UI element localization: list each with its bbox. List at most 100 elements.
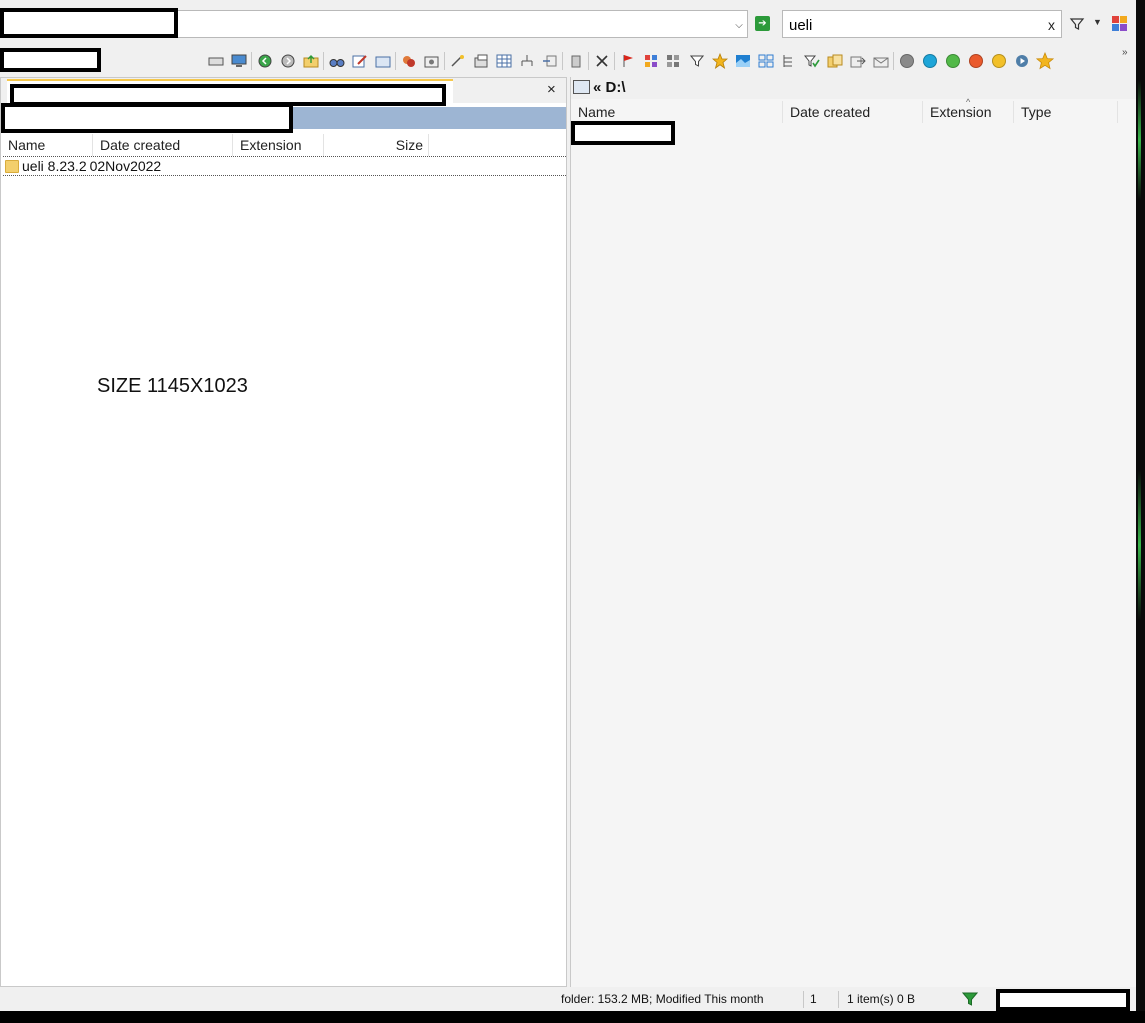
back-icon[interactable] — [253, 50, 276, 72]
desktop-background — [1136, 0, 1145, 1023]
column-header-type[interactable]: Type — [1014, 101, 1118, 123]
filter-check-icon[interactable] — [800, 50, 823, 72]
redacted-region — [0, 8, 178, 38]
color-dot — [945, 54, 960, 68]
color-dot — [899, 54, 914, 68]
filter-icon[interactable] — [685, 50, 708, 72]
column-header-date-created[interactable]: Date created — [93, 134, 233, 156]
folder-icon — [5, 159, 19, 173]
status-count: 1 — [810, 992, 817, 1006]
toolbar-overflow-icon[interactable]: » — [1122, 47, 1128, 58]
toolbar-separator — [395, 52, 396, 70]
path-text: D:\ — [605, 79, 626, 96]
filter-dropdown-icon[interactable]: ▼ — [1093, 17, 1102, 27]
properties-icon[interactable] — [420, 50, 443, 72]
table-row[interactable]: ueli 8.23.2 02Nov2022 — [3, 156, 566, 176]
column-header-size[interactable]: Size — [324, 134, 429, 156]
envelope-icon[interactable] — [869, 50, 892, 72]
column-header-row: Name Date created Extension Type — [571, 101, 1118, 123]
tab-current[interactable] — [7, 79, 453, 106]
view-icon[interactable] — [731, 50, 754, 72]
right-pane: « D:\ Name Date created Extension Type ^ — [570, 77, 1137, 987]
breadcrumb[interactable] — [1, 103, 566, 133]
left-pane: × Name Date created Extension Size ueli … — [0, 77, 567, 987]
yellow-label-dot[interactable] — [987, 50, 1010, 72]
star-icon[interactable] — [708, 50, 731, 72]
redacted-region — [0, 48, 101, 72]
tags-icon[interactable] — [397, 50, 420, 72]
toolbar-separator — [588, 52, 589, 70]
row-date-created: 02Nov2022 — [89, 158, 162, 174]
status-folder-info: folder: 153.2 MB; Modified This month — [561, 992, 764, 1006]
red-label-dot[interactable] — [964, 50, 987, 72]
grid-view-icon[interactable] — [492, 50, 515, 72]
options-icon[interactable] — [469, 50, 492, 72]
edit-icon[interactable] — [348, 50, 371, 72]
play-icon[interactable] — [1010, 50, 1033, 72]
filter-icon[interactable] — [1069, 16, 1085, 32]
layout-icon[interactable] — [754, 50, 777, 72]
redacted-region — [1, 103, 293, 133]
drive-icon[interactable] — [204, 50, 227, 72]
filter-icon[interactable] — [962, 991, 978, 1007]
color-dot — [968, 54, 983, 68]
size-annotation: SIZE 1145X1023 — [97, 375, 248, 397]
toolbar-separator — [562, 52, 563, 70]
toolbar — [204, 50, 1056, 72]
left-tab-bar: × — [1, 78, 566, 106]
network-drive-icon — [573, 80, 590, 94]
hierarchy-icon[interactable] — [777, 50, 800, 72]
recycle-icon[interactable] — [564, 50, 587, 72]
favorite-star-icon[interactable] — [1033, 50, 1056, 72]
find-icon[interactable] — [325, 50, 348, 72]
folder-icon[interactable] — [371, 50, 394, 72]
search-input[interactable] — [789, 15, 1039, 35]
search-clear-button[interactable]: x — [1048, 17, 1055, 33]
desktop-background — [0, 1011, 1145, 1023]
right-path-bar: « D:\ — [571, 77, 1137, 99]
copy-path-icon[interactable] — [538, 50, 561, 72]
color-palette-icon[interactable] — [639, 50, 662, 72]
green-label-dot[interactable] — [941, 50, 964, 72]
flag-icon[interactable] — [616, 50, 639, 72]
filter-grid-icon[interactable] — [662, 50, 685, 72]
column-header-name[interactable]: Name — [1, 134, 93, 156]
column-header-name[interactable]: Name — [571, 101, 783, 123]
select-icon[interactable] — [446, 50, 469, 72]
copy-icon[interactable] — [823, 50, 846, 72]
redacted-region — [996, 989, 1130, 1011]
toolbar-separator — [893, 52, 894, 70]
toolbar-separator — [323, 52, 324, 70]
address-dropdown-icon[interactable]: ⌵ — [733, 20, 745, 32]
column-header-date-created[interactable]: Date created — [783, 101, 923, 123]
computer-icon[interactable] — [227, 50, 250, 72]
status-separator — [838, 991, 839, 1008]
color-dot — [922, 54, 937, 68]
status-selection: 1 item(s) 0 B — [847, 992, 916, 1006]
gray-label-dot[interactable] — [895, 50, 918, 72]
toolbar-separator — [614, 52, 615, 70]
close-tab-button[interactable]: × — [547, 81, 556, 98]
column-header-row: Name Date created Extension Size — [1, 134, 429, 156]
current-path[interactable]: « D:\ — [593, 79, 626, 96]
go-arrow-icon[interactable]: ➔ — [755, 16, 770, 31]
tree-icon[interactable] — [515, 50, 538, 72]
delete-icon[interactable] — [590, 50, 613, 72]
search-box[interactable]: x — [782, 10, 1062, 38]
file-list: ueli 8.23.2 02Nov2022 — [3, 156, 566, 176]
address-row: ⌵ ➔ x ▼ — [0, 8, 1136, 42]
status-separator — [803, 991, 804, 1008]
toolbar-separator — [444, 52, 445, 70]
blue-label-dot[interactable] — [918, 50, 941, 72]
column-header-extension[interactable]: Extension — [233, 134, 324, 156]
path-prefix: « — [593, 79, 602, 96]
forward-icon[interactable] — [276, 50, 299, 72]
move-icon[interactable] — [846, 50, 869, 72]
status-bar: folder: 153.2 MB; Modified This month 1 … — [0, 988, 1136, 1011]
file-manager-window: ⌵ ➔ x ▼ — [0, 0, 1145, 1023]
toolbar-row: » — [0, 45, 1136, 75]
sort-indicator-icon: ^ — [966, 97, 971, 107]
color-grid-icon[interactable] — [1112, 16, 1127, 31]
toolbar-separator — [251, 52, 252, 70]
up-folder-icon[interactable] — [299, 50, 322, 72]
